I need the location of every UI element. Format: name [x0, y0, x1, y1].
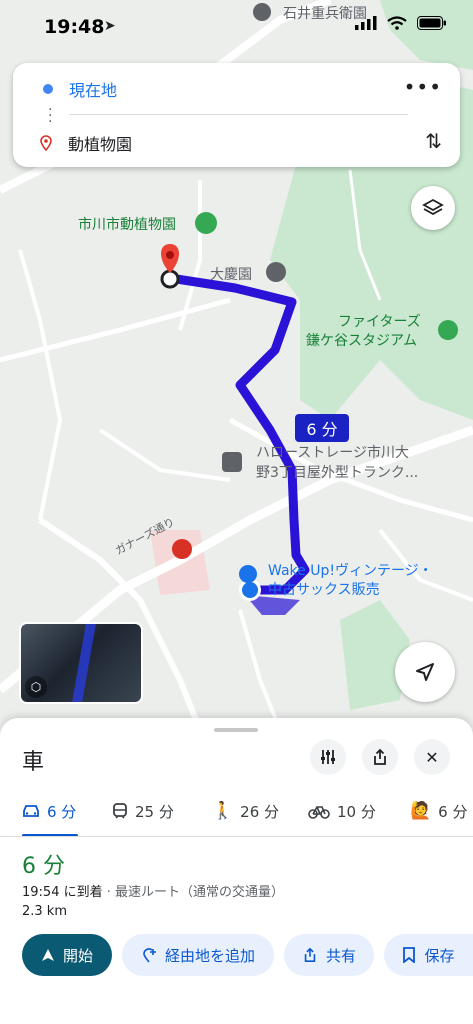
- swap-button[interactable]: ⇅: [425, 129, 442, 153]
- more-horizontal-icon: •••: [403, 75, 442, 99]
- train-icon: [113, 803, 127, 819]
- origin-row[interactable]: 現在地: [43, 77, 117, 101]
- mode-tab-ride[interactable]: 🙋 6 分: [410, 796, 467, 826]
- route-options-button[interactable]: [310, 739, 346, 775]
- thumbnail-route-strip: [72, 624, 96, 702]
- navigation-arrow-icon: [416, 663, 434, 681]
- close-button[interactable]: ✕: [414, 739, 450, 775]
- my-location-button[interactable]: [395, 642, 455, 702]
- share-label: 共有: [325, 946, 356, 965]
- route-dots-icon: · · ·: [48, 102, 53, 130]
- storage-marker-icon[interactable]: [222, 452, 242, 472]
- battery-icon: [417, 16, 446, 30]
- destination-pin-small-icon: [40, 135, 52, 151]
- zoo-marker-icon[interactable]: [195, 212, 217, 234]
- mode-tab-bike[interactable]: 10 分: [308, 796, 376, 826]
- road: [0, 297, 231, 363]
- mode-ride-label: 6 分: [438, 802, 468, 821]
- map-label-shop-2[interactable]: 中古サックス販売: [268, 579, 380, 599]
- bike-icon: [308, 806, 330, 819]
- map-label-stadium-1[interactable]: ファイターズ: [338, 311, 421, 331]
- route-duration: 6 分: [22, 854, 65, 879]
- origin-dot-icon: [43, 84, 53, 94]
- mode-tab-walk[interactable]: 🚶 26 分: [212, 796, 279, 826]
- mode-bike-label: 10 分: [337, 802, 376, 821]
- car-icon: [23, 805, 39, 817]
- share-button[interactable]: 共有: [284, 934, 374, 976]
- start-button[interactable]: 開始: [22, 934, 112, 976]
- location-arrow-icon: ➤: [104, 18, 116, 34]
- status-time: 19:48: [44, 16, 105, 38]
- map-label-stadium-2[interactable]: 鎌ケ谷スタジアム: [306, 330, 417, 350]
- destination-row[interactable]: 動植物園: [40, 131, 132, 155]
- current-location-dot: [242, 582, 258, 598]
- map-label-shop-1[interactable]: Wake Up!ヴィンテージ・: [268, 560, 433, 580]
- road: [238, 609, 282, 730]
- signal-icon: [355, 16, 377, 30]
- route-card: 現在地 · · · 動植物園 ••• ⇅: [13, 63, 460, 167]
- status-bar: 19:48 ➤: [0, 0, 473, 54]
- destination-pin-dot: [166, 251, 174, 259]
- directions-sheet: 車 ✕ 6 分 25 分 🚶 26 分 10 分 🙋 6 分 6 分 19:54…: [0, 718, 473, 1024]
- ride-hail-icon: 🙋: [410, 801, 432, 821]
- close-icon: ✕: [425, 747, 439, 767]
- swap-vertical-icon: ⇅: [425, 129, 442, 153]
- mode-walk-label: 26 分: [240, 802, 280, 821]
- travel-mode-tabs: 6 分 25 分 🚶 26 分 10 分 🙋 6 分: [0, 796, 473, 837]
- layers-icon: [422, 198, 444, 216]
- add-stop-button[interactable]: 経由地を追加: [122, 934, 274, 976]
- hospital-marker-icon[interactable]: [172, 539, 192, 559]
- map-label-daikeien[interactable]: 大慶園: [210, 264, 252, 284]
- modes-divider: [0, 836, 473, 837]
- road: [18, 249, 63, 521]
- cube-icon: ⬡: [25, 676, 47, 698]
- map-label-storage-2[interactable]: 野3丁目屋外型トランク...: [256, 462, 418, 482]
- street-view-thumbnail[interactable]: ⬡: [19, 622, 143, 704]
- start-label: 開始: [62, 946, 93, 965]
- destination-label: 動植物園: [68, 135, 133, 154]
- layers-button[interactable]: [411, 186, 455, 230]
- origin-label: 現在地: [69, 81, 118, 100]
- arrival-info: 19:54 に到着 · 最速ルート（通常の交通量）: [22, 881, 284, 900]
- map-label-storage-1[interactable]: ハローストレージ市川大: [256, 442, 409, 462]
- stadium-marker-icon[interactable]: [438, 320, 458, 340]
- navigate-icon: [41, 949, 54, 961]
- arrival-time: 19:54 に到着: [22, 885, 103, 900]
- route-description: · 最速ルート（通常の交通量）: [106, 885, 285, 900]
- mode-car-label: 6 分: [47, 802, 77, 821]
- mode-tab-train[interactable]: 25 分: [112, 796, 174, 826]
- sheet-title: 車: [22, 750, 45, 775]
- walk-icon: 🚶: [212, 801, 234, 821]
- mode-train-label: 25 分: [135, 802, 174, 821]
- mode-tab-car[interactable]: 6 分: [22, 796, 76, 826]
- add-location-icon: [143, 948, 156, 963]
- road: [98, 428, 231, 482]
- share-icon: [304, 947, 316, 963]
- save-button[interactable]: 保存: [384, 934, 473, 976]
- daikeien-marker-icon[interactable]: [266, 262, 286, 282]
- bookmark-icon: [403, 947, 416, 963]
- sheet-drag-handle[interactable]: [214, 728, 258, 732]
- shop-marker-icon[interactable]: [239, 565, 257, 583]
- save-label: 保存: [424, 946, 455, 965]
- route-time-badge: 6 分: [295, 414, 349, 442]
- route-card-divider: [69, 114, 408, 115]
- tune-icon: [321, 750, 335, 764]
- destination-ring: [160, 269, 180, 289]
- add-stop-label: 経由地を追加: [164, 946, 255, 965]
- wifi-icon: [387, 16, 407, 30]
- share-route-button[interactable]: [362, 739, 398, 775]
- map-label-zoo[interactable]: 市川市動植物園: [78, 214, 176, 234]
- more-options-button[interactable]: •••: [404, 75, 442, 99]
- route-distance: 2.3 km: [22, 904, 67, 919]
- share-icon: [374, 748, 386, 765]
